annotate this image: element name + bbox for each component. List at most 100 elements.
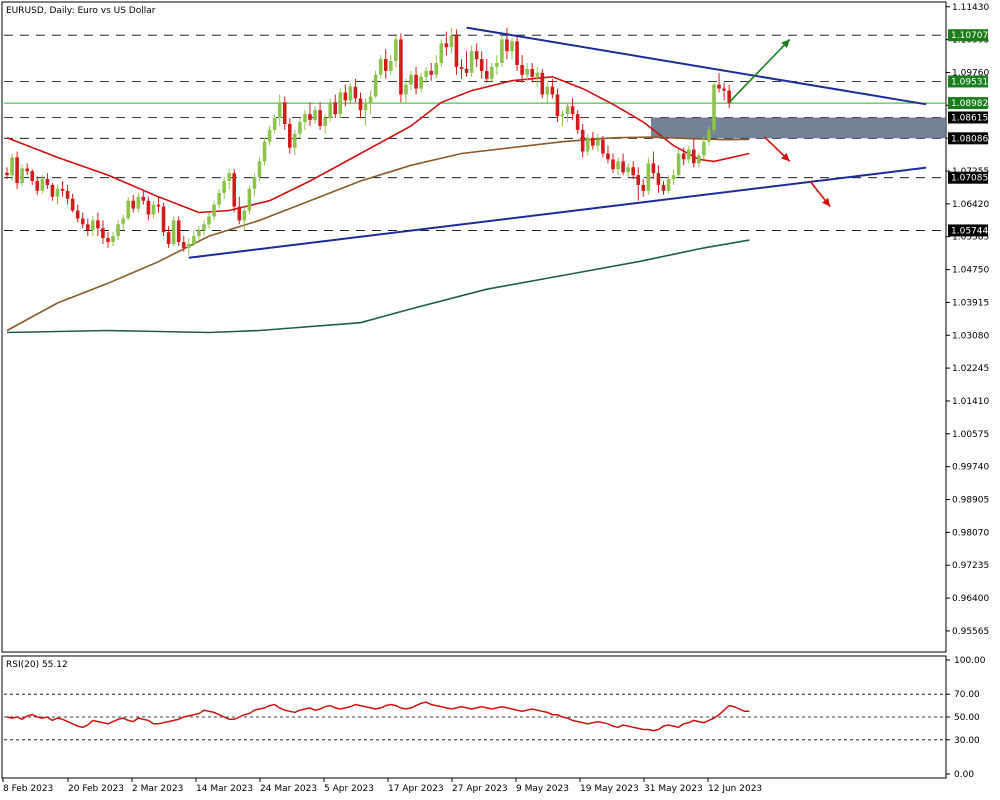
candle-body xyxy=(187,243,191,248)
candle-body xyxy=(207,216,211,225)
rsi-tick-label: 70.00 xyxy=(954,690,980,700)
candle-body xyxy=(35,181,40,191)
candle-body xyxy=(5,172,9,176)
candle-body xyxy=(106,238,110,243)
y-tick-label: 0.95565 xyxy=(952,627,989,637)
candle-body xyxy=(439,43,444,64)
candle-body xyxy=(368,96,373,103)
candle-body xyxy=(222,181,226,193)
candle-body xyxy=(192,236,196,244)
candle-body xyxy=(424,70,428,77)
x-tick-label: 31 May 2023 xyxy=(644,784,703,794)
candle-body xyxy=(585,137,590,152)
candle-body xyxy=(484,70,489,79)
candle-body xyxy=(378,59,383,75)
candle-body xyxy=(449,35,454,48)
candle-body xyxy=(60,188,65,191)
y-tick-label: 0.98070 xyxy=(952,528,989,538)
candle-body xyxy=(550,86,555,95)
x-tick-label: 27 Apr 2023 xyxy=(452,784,508,794)
candle-body xyxy=(399,39,403,95)
y-tick-label: 1.06420 xyxy=(952,200,989,210)
rsi-tick-label: 100.00 xyxy=(954,656,986,666)
candle-body xyxy=(373,74,378,97)
candle-body xyxy=(626,167,630,173)
candle-body xyxy=(454,35,459,67)
candle-body xyxy=(277,102,282,119)
candle-body xyxy=(500,39,504,64)
candle-body xyxy=(383,59,388,71)
candle-body xyxy=(141,196,146,201)
y-tick-label: 0.99740 xyxy=(952,463,989,473)
candle-body xyxy=(681,153,686,160)
candle-body xyxy=(303,114,307,123)
candle-body xyxy=(161,206,166,233)
x-tick-label: 24 Mar 2023 xyxy=(260,784,317,794)
candle-body xyxy=(212,204,216,217)
candle-body xyxy=(126,200,130,219)
candle-body xyxy=(641,184,646,191)
candle-body xyxy=(702,141,706,156)
candle-body xyxy=(469,51,474,73)
candle-body xyxy=(343,92,348,101)
candle-body xyxy=(646,163,651,191)
candle-body xyxy=(25,168,29,172)
y-tick-label: 1.03915 xyxy=(952,298,989,308)
candle-body xyxy=(101,228,105,239)
candle-body xyxy=(323,118,327,126)
candle-body xyxy=(111,236,115,243)
y-tick-label: 0.97235 xyxy=(952,561,989,571)
candle-body xyxy=(555,94,560,117)
candle-body xyxy=(444,43,449,48)
candle-body xyxy=(20,168,24,184)
candle-body xyxy=(722,88,726,91)
level-tag-label: 1.07085 xyxy=(951,174,988,184)
chart-title: EURUSD, Daily: Euro vs US Dollar xyxy=(6,6,156,16)
candle-body xyxy=(580,129,585,152)
candle-body xyxy=(545,86,550,95)
candle-body xyxy=(697,155,701,164)
candle-body xyxy=(636,175,641,185)
candle-body xyxy=(671,175,676,180)
candle-body xyxy=(479,59,484,71)
candle-body xyxy=(651,163,656,174)
y-tick-label: 0.96400 xyxy=(952,594,989,604)
candle-body xyxy=(171,220,176,244)
candle-body xyxy=(414,74,418,89)
candle-body xyxy=(530,68,534,77)
x-tick-label: 8 Feb 2023 xyxy=(3,784,53,794)
candle-body xyxy=(601,139,605,154)
x-tick-label: 19 May 2023 xyxy=(580,784,639,794)
candle-body xyxy=(686,149,691,160)
candle-body xyxy=(202,224,206,231)
candle-body xyxy=(96,220,100,229)
candle-body xyxy=(505,39,509,52)
candle-body xyxy=(495,63,499,67)
candle-body xyxy=(318,110,322,126)
candle-body xyxy=(151,204,156,215)
candle-body xyxy=(591,137,595,146)
candle-body xyxy=(692,149,696,164)
candle-body xyxy=(55,188,60,197)
y-tick-label: 1.02245 xyxy=(952,364,989,374)
candle-body xyxy=(293,133,297,148)
candle-body xyxy=(666,179,671,191)
rsi-label: RSI(20) 55.12 xyxy=(6,660,68,670)
candle-body xyxy=(596,139,600,146)
candle-body xyxy=(217,192,221,205)
candle-body xyxy=(333,102,338,115)
candle-body xyxy=(50,184,55,197)
candle-body xyxy=(525,68,529,75)
candle-body xyxy=(45,179,50,185)
candle-body xyxy=(313,110,317,121)
y-tick-label: 1.03080 xyxy=(952,331,989,341)
candle-body xyxy=(40,179,45,191)
candle-body xyxy=(227,173,231,182)
y-tick-label: 1.11430 xyxy=(952,3,989,13)
candle-body xyxy=(15,157,19,184)
candle-body xyxy=(363,102,368,111)
candle-body xyxy=(262,141,267,162)
candle-body xyxy=(459,66,464,69)
candle-body xyxy=(80,218,85,225)
candle-body xyxy=(464,68,469,73)
